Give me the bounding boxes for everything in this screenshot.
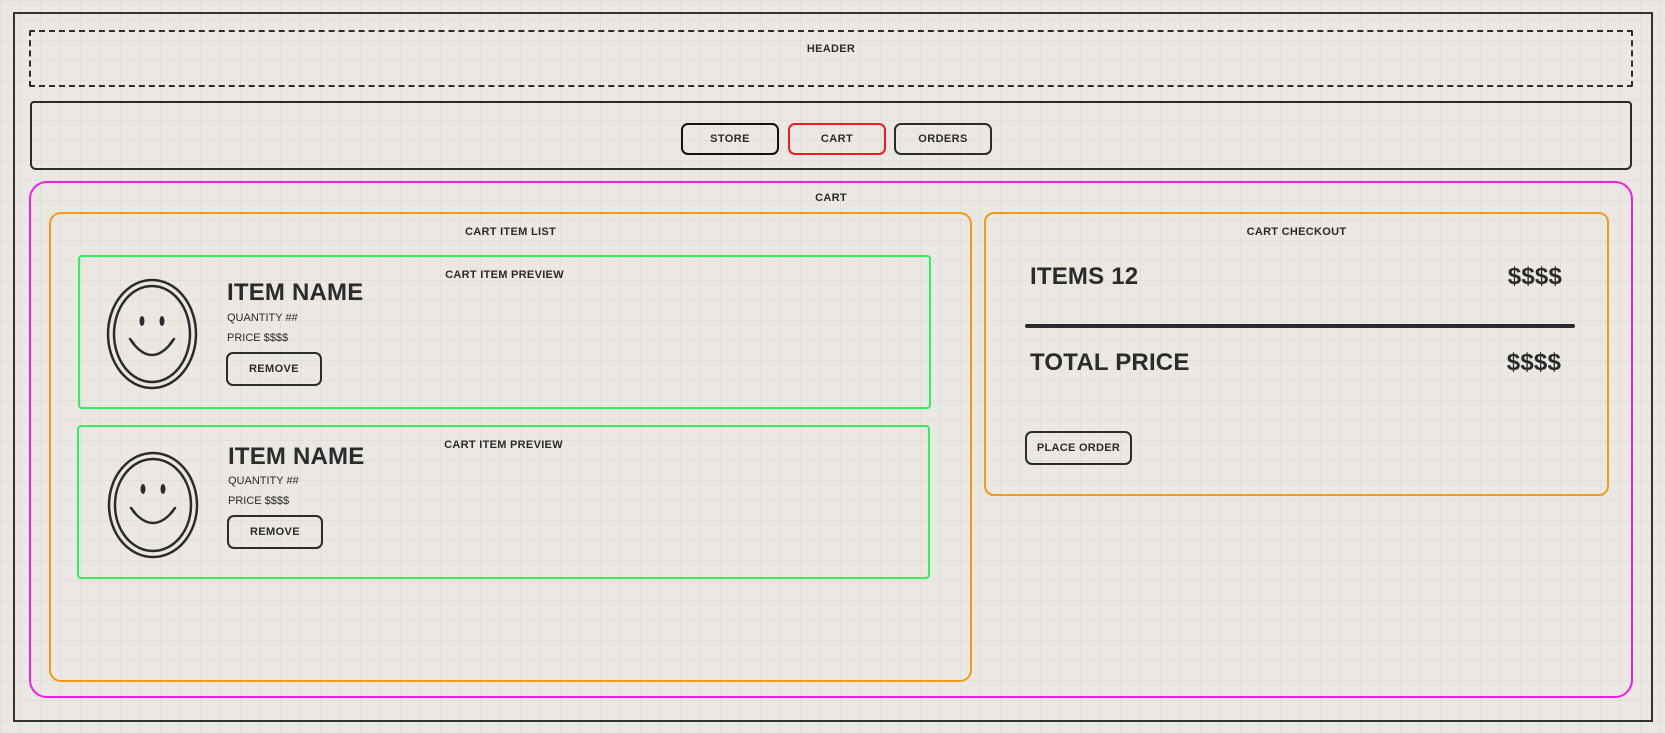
place-order-button[interactable]: PLACE ORDER	[1025, 431, 1132, 465]
cart-item-preview: CART ITEM PREVIEW ITEM NAME QUANTITY ## …	[78, 255, 931, 409]
remove-button[interactable]: REMOVE	[226, 352, 322, 386]
item-price: PRICE $$$$	[227, 332, 289, 344]
cart-checkout: CART CHECKOUT ITEMS 12 $$$$ TOTAL PRICE …	[984, 212, 1609, 496]
nav-cart-button[interactable]: CART	[788, 123, 886, 155]
total-price-label: TOTAL PRICE	[1030, 349, 1190, 376]
items-count-label: ITEMS 12	[1030, 263, 1139, 290]
cart-item-list-title: CART ITEM LIST	[465, 226, 556, 238]
smiley-face-icon	[106, 278, 198, 390]
header-label: HEADER	[806, 43, 856, 55]
item-price: PRICE $$$$	[228, 495, 290, 507]
cart-item-preview-title: CART ITEM PREVIEW	[445, 269, 564, 281]
item-quantity: QUANTITY ##	[227, 312, 298, 324]
cart-item-preview: CART ITEM PREVIEW ITEM NAME QUANTITY ## …	[77, 425, 930, 579]
nav-store-button[interactable]: STORE	[681, 123, 779, 155]
smiley-face-icon	[107, 451, 199, 559]
item-name: ITEM NAME	[228, 443, 365, 470]
cart-section-title: CART	[815, 192, 847, 204]
nav-bar: STORE CART ORDERS	[30, 101, 1632, 170]
remove-button[interactable]: REMOVE	[227, 515, 323, 549]
header-placeholder: HEADER	[29, 30, 1633, 87]
cart-checkout-title: CART CHECKOUT	[1246, 226, 1347, 238]
cart-item-preview-title: CART ITEM PREVIEW	[444, 439, 563, 451]
nav-orders-button[interactable]: ORDERS	[894, 123, 992, 155]
item-name: ITEM NAME	[227, 279, 364, 306]
items-price-value: $$$$	[1507, 263, 1562, 290]
item-quantity: QUANTITY ##	[228, 475, 299, 487]
cart-item-list: CART ITEM LIST CART ITEM PREVIEW ITEM NA…	[49, 212, 972, 682]
total-price-value: $$$$	[1506, 349, 1561, 376]
checkout-divider	[1025, 324, 1575, 328]
